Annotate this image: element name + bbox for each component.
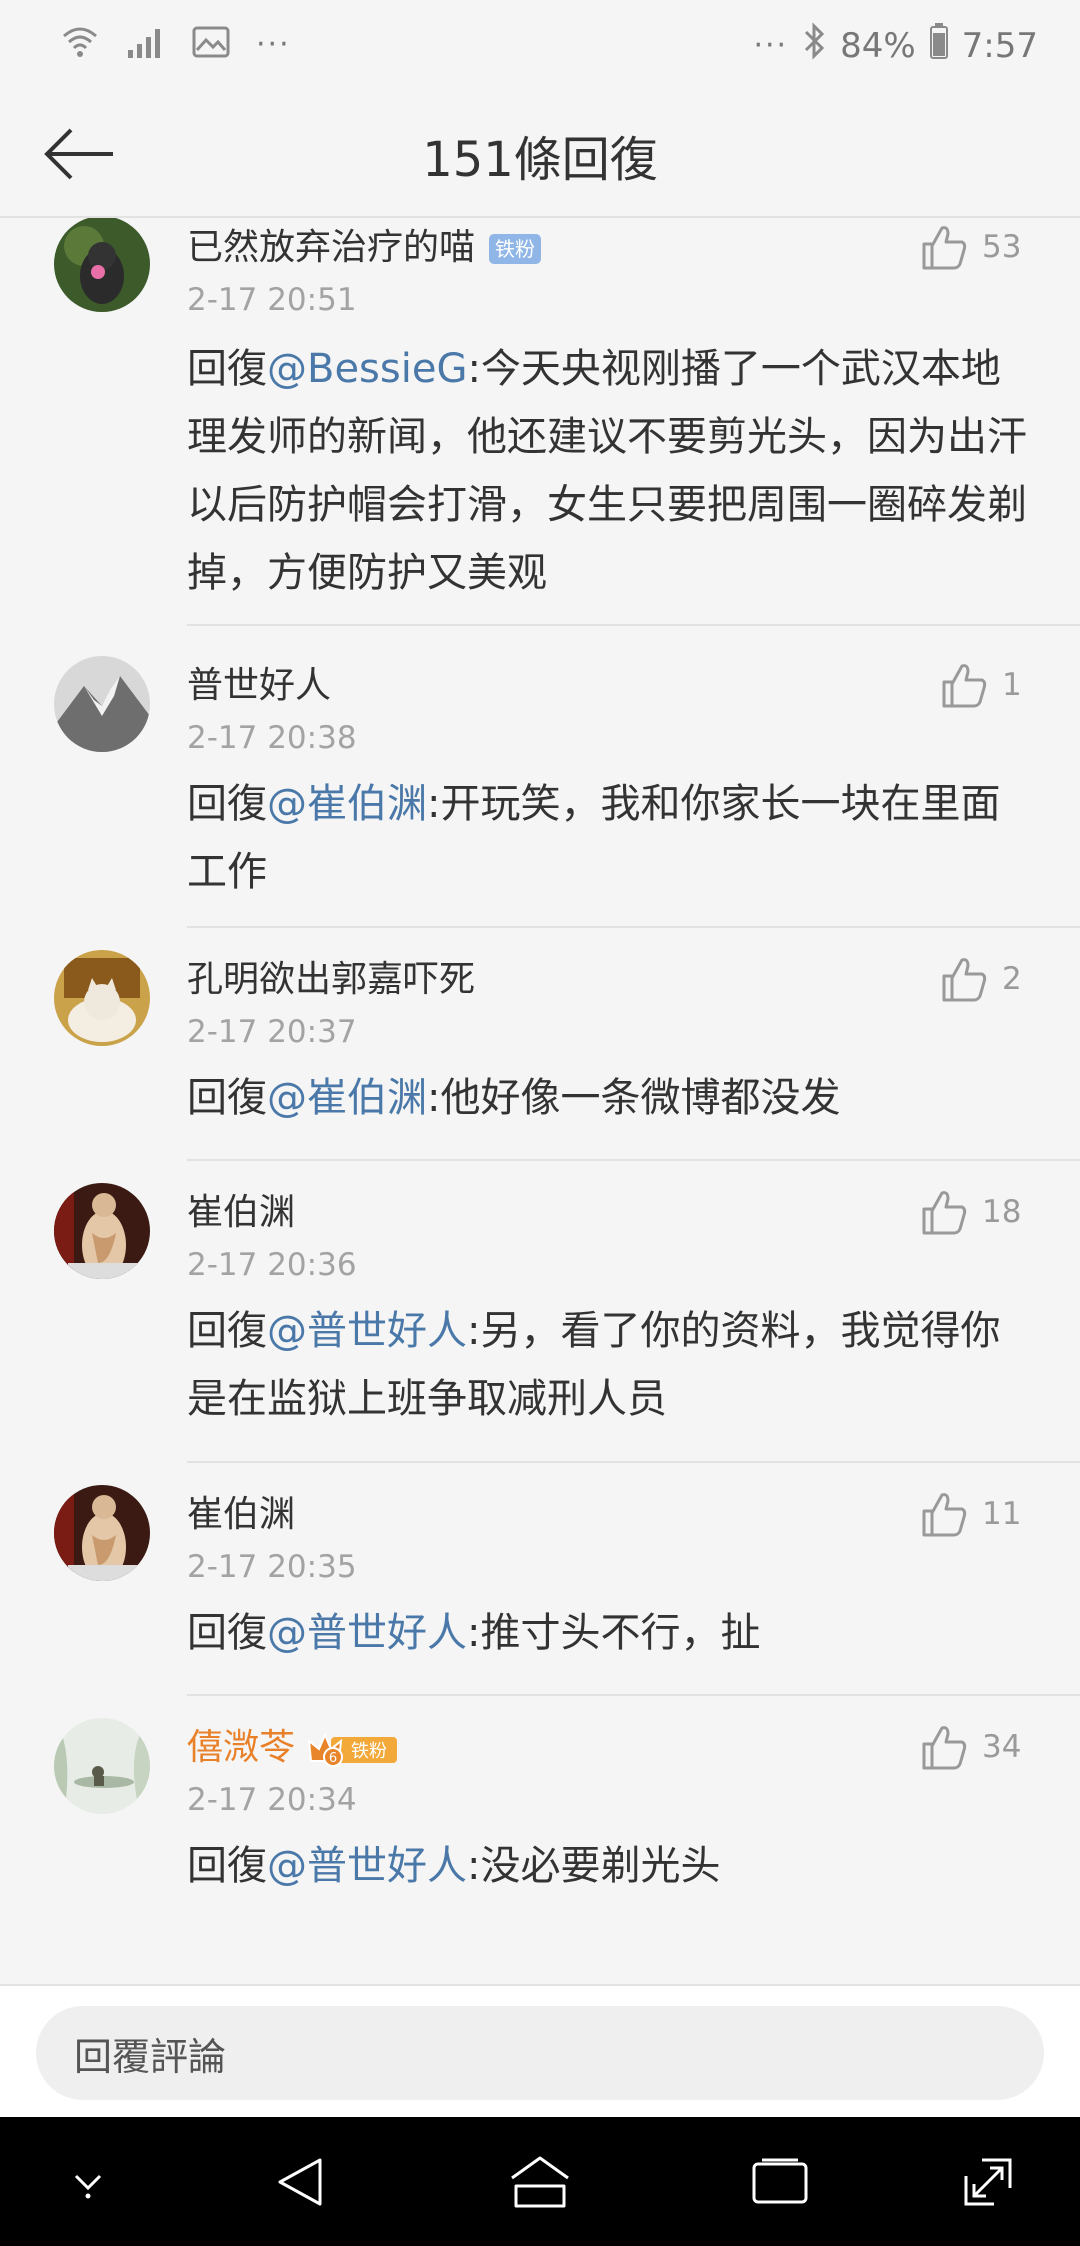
page-title: 151條回復 [422,132,658,188]
comment-item: 孔明欲出郭嘉吓死 2-17 20:37 回復@崔伯渊:他好像一条微博都没发 2 [0,928,1080,1161]
vip-badge: 6 铁粉 [307,1731,399,1767]
comment-time: 2-17 20:34 [187,1782,357,1818]
reply-prefix: 回復 [187,346,267,392]
thumbs-up-icon [922,1726,967,1770]
status-bar: ··· ··· 84% 7:57 [0,0,1080,90]
top-header: 151條回復 [0,90,1080,218]
avatar[interactable] [54,950,150,1046]
like-button[interactable]: 11 [920,1491,1021,1537]
thumbs-up-icon [922,1493,967,1537]
reply-prefix: 回復 [187,1610,267,1656]
username[interactable]: 普世好人 [187,656,331,708]
comment-body: :推寸头不行，扯 [467,1610,761,1656]
username[interactable]: 崔伯渊 [187,1485,295,1537]
system-nav-bar [0,2117,1080,2246]
mention-link[interactable]: @崔伯渊 [267,1075,427,1121]
fan-badge: 铁粉 [351,1741,387,1762]
like-button[interactable]: 2 [940,956,1022,1002]
status-right-more: ··· [753,28,789,63]
mention-link[interactable]: @普世好人 [267,1843,467,1889]
avatar[interactable] [54,1183,150,1279]
expand-icon [964,2158,1012,2206]
reply-prefix: 回復 [187,1075,267,1121]
signal-icon [126,24,166,64]
comment-text[interactable]: 回復@普世好人:没必要剃光头 [187,1832,1037,1900]
nav-recents-button[interactable] [740,2145,820,2219]
username-text[interactable]: 僖溦苓 [187,1727,295,1768]
recents-icon [752,2158,808,2204]
comment-time: 2-17 20:35 [187,1549,357,1585]
thumbs-up-icon [922,1191,967,1235]
like-button[interactable]: 53 [920,224,1021,270]
like-button[interactable]: 18 [920,1189,1021,1235]
reply-input[interactable]: 回覆評論 [36,2006,1044,2100]
comment-list: 已然放弃治疗的喵 铁粉 2-17 20:51 回復@BessieG:今天央视刚播了… [0,218,1080,1986]
comment-body: :他好像一条微博都没发 [427,1075,841,1121]
mention-link[interactable]: @普世好人 [267,1308,467,1354]
nav-hide-keyboard-button[interactable] [48,2145,128,2219]
like-button[interactable]: 34 [920,1724,1021,1770]
comment-text[interactable]: 回復@BessieG:今天央视刚播了一个武汉本地理发师的新闻，他还建议不要剪光头… [187,335,1037,607]
comment-item: 普世好人 2-17 20:38 回復@崔伯渊:开玩笑，我和你家长一块在里面工作 … [0,626,1080,928]
wifi-icon [60,22,100,66]
like-count: 2 [1002,961,1022,997]
triangle-back-icon [278,2158,322,2206]
nav-fullscreen-button[interactable] [948,2145,1028,2219]
thumbs-up-icon [942,958,987,1002]
nav-back-button[interactable] [260,2145,340,2219]
like-count: 34 [982,1729,1022,1765]
username-text[interactable]: 已然放弃治疗的喵 [187,227,475,268]
thumbs-up-icon [922,226,967,270]
avatar[interactable] [54,656,150,752]
status-left-more: ··· [256,26,291,62]
comment-item: 崔伯渊 2-17 20:36 回復@普世好人:另，看了你的资料，我觉得你是在监狱… [0,1161,1080,1463]
image-icon [192,26,230,62]
vip-level: 6 [329,1751,337,1766]
like-count: 18 [982,1194,1022,1230]
reply-prefix: 回復 [187,1843,267,1889]
status-right: ··· 84% 7:57 [753,22,1038,69]
like-count: 53 [982,229,1022,265]
reply-prefix: 回復 [187,1308,267,1354]
comment-item: 已然放弃治疗的喵 铁粉 2-17 20:51 回復@BessieG:今天央视刚播了… [0,218,1080,626]
like-count: 1 [1002,667,1022,703]
bluetooth-icon [802,22,826,69]
comment-time: 2-17 20:51 [187,282,357,318]
username[interactable]: 僖溦苓 6 铁粉 [187,1718,399,1770]
comment-time: 2-17 20:37 [187,1014,357,1050]
fan-badge: 铁粉 [489,234,542,264]
like-button[interactable]: 1 [940,662,1022,708]
comment-text[interactable]: 回復@崔伯渊:开玩笑，我和你家长一块在里面工作 [187,770,1037,906]
home-icon [511,2156,569,2208]
battery-percent: 84% [840,25,916,66]
comment-text[interactable]: 回復@崔伯渊:他好像一条微博都没发 [187,1064,1037,1132]
comment-item: 僖溦苓 6 铁粉 2-17 20:34 回復@普世好人:没必要剃光头 34 [0,1696,1080,1946]
like-count: 11 [982,1496,1022,1532]
mention-link[interactable]: @BessieG [267,346,467,392]
reply-bar: 回覆評論 [0,1984,1080,2117]
comment-body: :没必要剃光头 [467,1843,721,1889]
comment-text[interactable]: 回復@普世好人:另，看了你的资料，我觉得你是在监狱上班争取减刑人员 [187,1297,1037,1433]
thumbs-up-icon [942,664,987,708]
status-left: ··· [60,22,291,66]
username[interactable]: 孔明欲出郭嘉吓死 [187,950,475,1002]
comment-text[interactable]: 回復@普世好人:推寸头不行，扯 [187,1599,1037,1667]
battery-icon [929,23,948,68]
mention-link[interactable]: @普世好人 [267,1610,467,1656]
comment-item: 崔伯渊 2-17 20:35 回復@普世好人:推寸头不行，扯 11 [0,1463,1080,1696]
comment-time: 2-17 20:36 [187,1247,357,1283]
reply-prefix: 回復 [187,781,267,827]
comment-time: 2-17 20:38 [187,720,357,756]
username[interactable]: 崔伯渊 [187,1183,295,1235]
clock: 7:57 [961,25,1038,66]
app-root: ··· ··· 84% 7:57 151條回復 已然放弃治疗的喵 铁粉 2-17… [0,0,1080,2246]
chevron-down-icon [74,2174,102,2199]
username[interactable]: 已然放弃治疗的喵 铁粉 [187,218,542,270]
avatar[interactable] [54,1485,150,1581]
nav-home-button[interactable] [500,2145,580,2219]
avatar[interactable] [54,218,150,312]
mention-link[interactable]: @崔伯渊 [267,781,427,827]
avatar[interactable] [54,1718,150,1814]
